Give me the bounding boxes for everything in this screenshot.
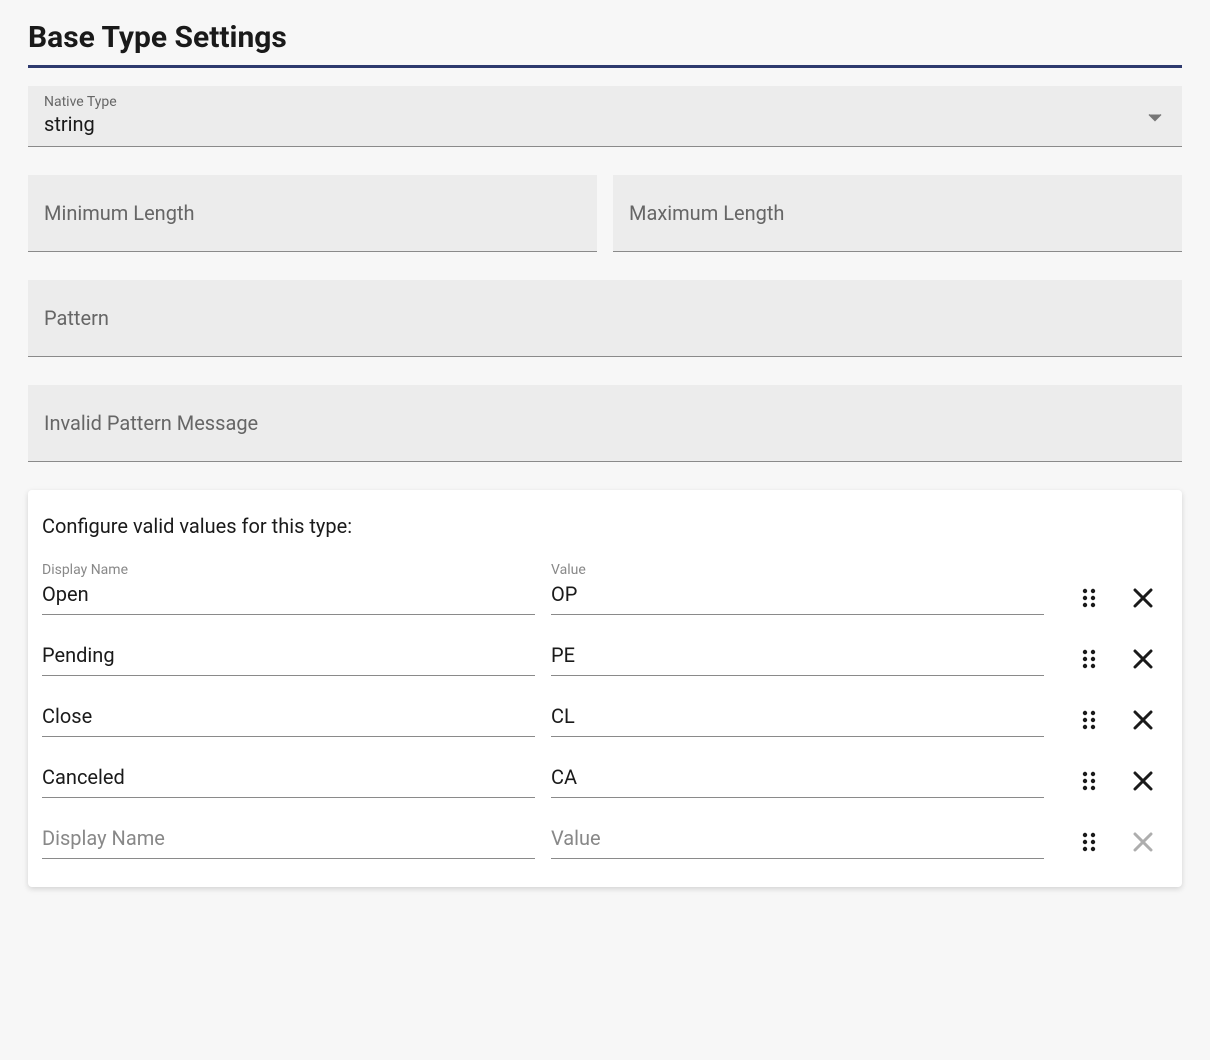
minimum-length-field[interactable]: Minimum Length: [28, 175, 597, 252]
minimum-length-placeholder: Minimum Length: [44, 201, 195, 225]
pattern-field[interactable]: Pattern: [28, 280, 1182, 357]
page-title: Base Type Settings: [28, 20, 1182, 68]
display-name-field[interactable]: Display Name: [42, 826, 535, 859]
display-name-field[interactable]: Canceled: [42, 765, 535, 798]
display-name-field[interactable]: Display Name Open: [42, 562, 535, 615]
value-placeholder: Value: [551, 826, 1044, 852]
value-field[interactable]: CL: [551, 704, 1044, 737]
chevron-down-icon: [1148, 107, 1162, 126]
value-label: Value: [551, 562, 1044, 578]
drag-handle-icon[interactable]: [1076, 829, 1102, 855]
value-field[interactable]: Value: [551, 826, 1044, 859]
invalid-pattern-message-field[interactable]: Invalid Pattern Message: [28, 385, 1182, 462]
row-actions: [1060, 768, 1168, 798]
valid-value-row: Close CL: [42, 704, 1168, 737]
display-name-value: Close: [42, 704, 535, 730]
pattern-placeholder: Pattern: [44, 306, 109, 330]
maximum-length-placeholder: Maximum Length: [629, 201, 784, 225]
drag-handle-icon[interactable]: [1076, 646, 1102, 672]
value-value: CL: [551, 704, 1044, 730]
row-actions: [1060, 585, 1168, 615]
value-field[interactable]: PE: [551, 643, 1044, 676]
row-actions: [1060, 646, 1168, 676]
value-value: OP: [551, 582, 1044, 608]
display-name-value: Pending: [42, 643, 535, 669]
remove-row-icon[interactable]: [1130, 585, 1156, 611]
value-field[interactable]: Value OP: [551, 562, 1044, 615]
drag-handle-icon[interactable]: [1076, 707, 1102, 733]
valid-values-heading: Configure valid values for this type:: [42, 514, 1168, 538]
invalid-pattern-message-placeholder: Invalid Pattern Message: [44, 411, 258, 435]
valid-value-row: Canceled CA: [42, 765, 1168, 798]
value-value: PE: [551, 643, 1044, 669]
remove-row-icon[interactable]: [1130, 707, 1156, 733]
row-actions: [1060, 829, 1168, 859]
remove-row-icon[interactable]: [1130, 646, 1156, 672]
valid-values-card: Configure valid values for this type: Di…: [28, 490, 1182, 887]
display-name-placeholder: Display Name: [42, 826, 535, 852]
display-name-label: Display Name: [42, 562, 535, 578]
native-type-label: Native Type: [44, 94, 1166, 110]
display-name-field[interactable]: Close: [42, 704, 535, 737]
native-type-value: string: [44, 112, 95, 136]
native-type-select[interactable]: Native Type string: [28, 86, 1182, 147]
drag-handle-icon[interactable]: [1076, 768, 1102, 794]
value-value: CA: [551, 765, 1044, 791]
maximum-length-field[interactable]: Maximum Length: [613, 175, 1182, 252]
valid-value-row-new: Display Name Value: [42, 826, 1168, 859]
display-name-value: Open: [42, 582, 535, 608]
row-actions: [1060, 707, 1168, 737]
remove-row-icon: [1130, 829, 1156, 855]
remove-row-icon[interactable]: [1130, 768, 1156, 794]
valid-value-row: Display Name Open Value OP: [42, 562, 1168, 615]
display-name-value: Canceled: [42, 765, 535, 791]
value-field[interactable]: CA: [551, 765, 1044, 798]
drag-handle-icon[interactable]: [1076, 585, 1102, 611]
valid-value-row: Pending PE: [42, 643, 1168, 676]
display-name-field[interactable]: Pending: [42, 643, 535, 676]
